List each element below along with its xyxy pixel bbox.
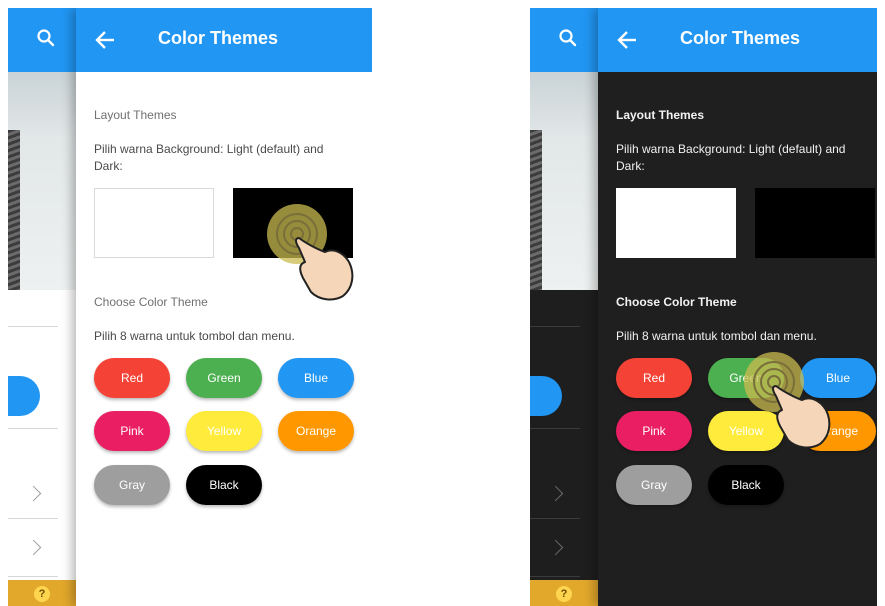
chevron-right-icon[interactable] [25,485,42,502]
color-button-yellow[interactable]: Yellow [708,411,784,451]
color-theme-description: Pilih 8 warna untuk tombol dan menu. [94,329,295,343]
color-button-yellow[interactable]: Yellow [186,411,262,451]
search-icon[interactable] [556,26,580,50]
color-button-blue[interactable]: Blue [800,358,876,398]
back-arrow-icon[interactable] [614,26,642,54]
page-title: Color Themes [680,28,801,48]
divider [530,576,580,577]
layout-themes-heading: Layout Themes [616,108,705,122]
layout-themes-description: Pilih warna Background: Light (default) … [616,142,846,173]
divider [530,326,580,327]
color-button-black[interactable]: Black [708,465,784,505]
suit-image [530,130,542,290]
color-theme-heading: Choose Color Theme [616,295,737,309]
color-button-gray[interactable]: Gray [616,465,692,505]
color-button-pink[interactable]: Pink [616,411,692,451]
background-footer: ? [530,580,598,606]
help-icon[interactable]: ? [34,586,50,602]
color-button-red[interactable]: Red [616,358,692,398]
color-theme-description: Pilih 8 warna untuk tombol dan menu. [616,329,817,343]
light-background-option[interactable] [94,188,214,258]
divider [8,428,58,429]
phone-screen-light: ? Color Themes Layout Themes Pilih warna… [8,8,372,606]
divider [530,518,580,519]
color-button-green[interactable]: Green [186,358,262,398]
background-button[interactable] [530,376,562,416]
color-button-red[interactable]: Red [94,358,170,398]
color-themes-panel: Color Themes Layout Themes Pilih warna B… [76,8,372,606]
color-button-orange[interactable]: Orange [800,411,876,451]
divider [8,326,58,327]
back-arrow-icon[interactable] [92,26,120,54]
app-bar: Color Themes [598,8,877,72]
help-icon[interactable]: ? [556,586,572,602]
page-title: Color Themes [158,28,279,48]
color-button-blue[interactable]: Blue [278,358,354,398]
suit-image [8,130,20,290]
color-button-gray[interactable]: Gray [94,465,170,505]
dark-background-option[interactable] [233,188,353,258]
chevron-right-icon[interactable] [25,539,42,556]
color-button-pink[interactable]: Pink [94,411,170,451]
phone-screen-dark: ? Color Themes Layout Themes Pilih warna… [530,8,877,606]
chevron-right-icon[interactable] [547,485,564,502]
light-background-option[interactable] [616,188,736,258]
background-button[interactable] [8,376,40,416]
search-icon[interactable] [34,26,58,50]
app-bar: Color Themes [76,8,372,72]
color-button-green[interactable]: Green [708,358,784,398]
divider [8,576,58,577]
chevron-right-icon[interactable] [547,539,564,556]
divider [8,518,58,519]
background-footer: ? [8,580,76,606]
layout-themes-heading: Layout Themes [94,108,177,122]
color-theme-heading: Choose Color Theme [94,295,208,309]
color-themes-panel: Color Themes Layout Themes Pilih warna B… [598,8,877,606]
dark-background-option[interactable] [755,188,875,258]
color-button-orange[interactable]: Orange [278,411,354,451]
divider [530,428,580,429]
layout-themes-description: Pilih warna Background: Light (default) … [94,142,324,173]
color-button-black[interactable]: Black [186,465,262,505]
